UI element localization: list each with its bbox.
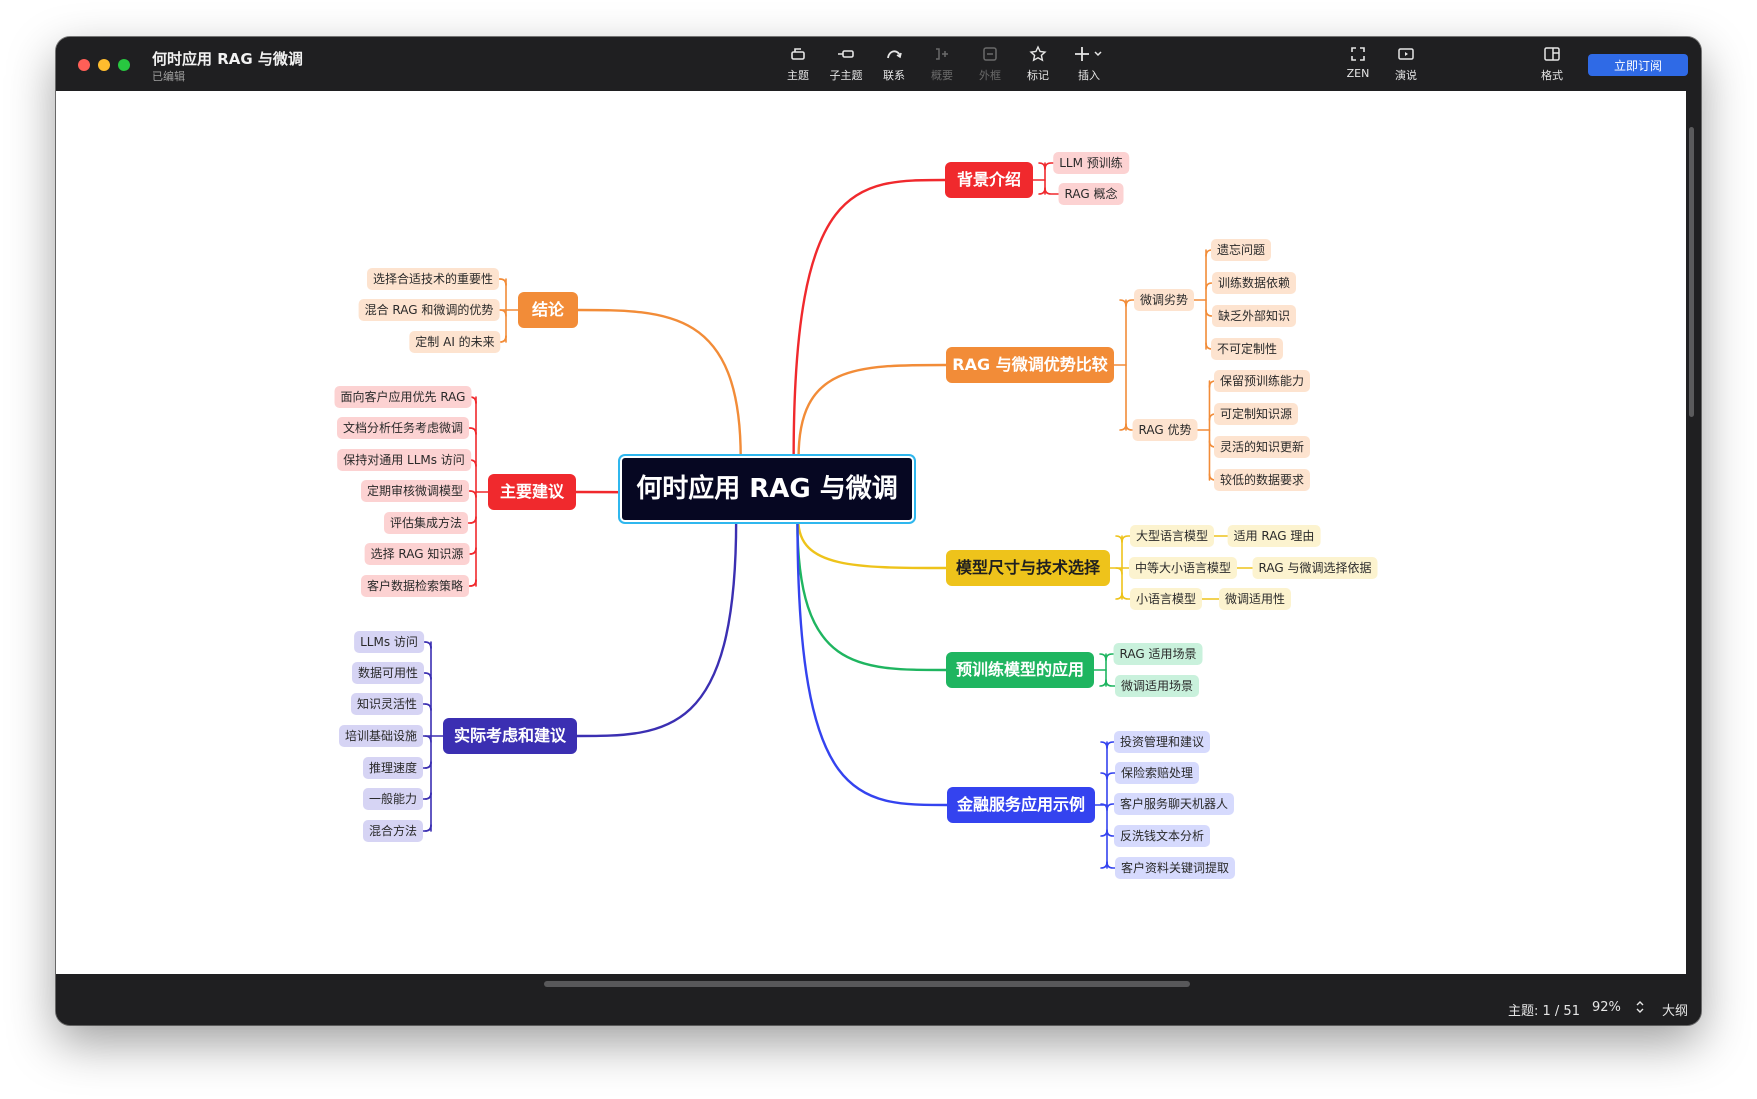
plus-icon: [1075, 47, 1102, 61]
subtopic[interactable]: 评估集成方法: [383, 512, 469, 534]
marker-button[interactable]: 标记: [1014, 45, 1062, 87]
subtopic[interactable]: RAG 适用场景: [1113, 643, 1203, 665]
topic-count: 主题: 1 / 51: [1508, 1004, 1580, 1019]
subtopic[interactable]: 遗忘问题: [1210, 239, 1272, 261]
relationship-label: 联系: [883, 69, 905, 82]
topic-label: 主题: [787, 69, 809, 82]
format-button[interactable]: 格式: [1528, 45, 1576, 87]
subtopic[interactable]: 保持对通用 LLMs 访问: [337, 449, 471, 471]
zoom-level[interactable]: 92%: [1592, 1000, 1621, 1015]
subtopic[interactable]: 不可定制性: [1210, 338, 1284, 360]
subtopic[interactable]: 混合 RAG 和微调的优势: [358, 299, 500, 321]
main-topic[interactable]: 金融服务应用示例: [947, 787, 1095, 823]
outline-button[interactable]: 大纲: [1662, 1000, 1688, 1019]
main-topic[interactable]: 模型尺寸与技术选择: [946, 550, 1110, 586]
boundary-icon: [983, 47, 997, 61]
zoom-stepper-icon[interactable]: [1635, 999, 1645, 1015]
app-window: 何时应用 RAG 与微调 已编辑 主题 子主题 联系 概要 外框 标记 插入 Z…: [56, 37, 1701, 1025]
present-button[interactable]: 演说: [1382, 45, 1430, 87]
subtopic[interactable]: 客户服务聊天机器人: [1113, 793, 1235, 815]
fullscreen-icon: [1351, 47, 1365, 61]
main-topic[interactable]: 主要建议: [488, 474, 576, 510]
subtopic-label: 子主题: [829, 69, 863, 82]
subtopic[interactable]: 训练数据依赖: [1211, 272, 1297, 294]
subtopic[interactable]: 面向客户应用优先 RAG: [334, 386, 472, 408]
subtopic[interactable]: 缺乏外部知识: [1211, 305, 1297, 327]
subtopic[interactable]: 反洗钱文本分析: [1113, 825, 1211, 847]
format-panel-icon: [1544, 47, 1560, 61]
subtopic[interactable]: 混合方法: [362, 820, 424, 842]
subtopic[interactable]: 推理速度: [362, 757, 424, 779]
subtopic[interactable]: 保险索赔处理: [1114, 762, 1200, 784]
subtopic[interactable]: 文档分析任务考虑微调: [336, 417, 470, 439]
subtopic[interactable]: 小语言模型: [1129, 588, 1203, 610]
zen-button[interactable]: ZEN: [1334, 45, 1382, 87]
main-topic[interactable]: 结论: [518, 292, 578, 328]
subtopic[interactable]: 微调适用性: [1218, 588, 1292, 610]
title-bar: 何时应用 RAG 与微调 已编辑 主题 子主题 联系 概要 外框 标记 插入 Z…: [56, 37, 1701, 91]
relationship-icon: [887, 50, 902, 59]
subtopic[interactable]: 中等大小语言模型: [1128, 557, 1238, 579]
document-title[interactable]: 何时应用 RAG 与微调: [152, 48, 303, 69]
subscribe-button[interactable]: 立即订阅: [1588, 54, 1688, 76]
subtopic-button[interactable]: 子主题: [822, 45, 870, 87]
status-bar: 主题: 1 / 51 92% 大纲: [56, 990, 1701, 1025]
topic-button[interactable]: 主题: [774, 45, 822, 87]
zen-label: ZEN: [1346, 67, 1370, 80]
subtopic-icon: [838, 50, 854, 58]
subtopic[interactable]: 选择 RAG 知识源: [364, 543, 470, 565]
zoom-window-button[interactable]: [118, 59, 130, 71]
subtopic[interactable]: 知识灵活性: [350, 693, 424, 715]
subtopic[interactable]: 数据可用性: [351, 662, 425, 684]
subtopic[interactable]: RAG 与微调选择依据: [1252, 557, 1378, 579]
subtopic[interactable]: 微调劣势: [1133, 289, 1195, 311]
topic-icon: [791, 48, 805, 60]
subtopic[interactable]: 适用 RAG 理由: [1227, 525, 1321, 547]
connector-lines: [422, 162, 1254, 869]
minimize-window-button[interactable]: [98, 59, 110, 71]
subtopic[interactable]: RAG 概念: [1058, 183, 1124, 205]
subtopic[interactable]: 一般能力: [362, 788, 424, 810]
subtopic[interactable]: 客户数据检索策略: [360, 575, 470, 597]
root-topic[interactable]: 何时应用 RAG 与微调: [622, 458, 912, 520]
subtopic[interactable]: 灵活的知识更新: [1213, 436, 1311, 458]
summary-label: 概要: [931, 69, 953, 82]
subtopic[interactable]: LLM 预训练: [1053, 152, 1129, 174]
summary-button[interactable]: 概要: [918, 45, 966, 87]
horizontal-scrollbar[interactable]: [544, 981, 1190, 987]
format-label: 格式: [1541, 69, 1563, 82]
main-topic[interactable]: 预训练模型的应用: [946, 652, 1094, 688]
subtopic[interactable]: 定期审核微调模型: [360, 480, 470, 502]
vertical-scrollbar[interactable]: [1689, 127, 1694, 417]
subtopic[interactable]: 客户资料关键词提取: [1114, 857, 1236, 879]
subtopic[interactable]: RAG 优势: [1132, 419, 1198, 441]
subtopic[interactable]: 定制 AI 的未来: [409, 331, 501, 353]
subtopic[interactable]: 微调适用场景: [1114, 675, 1200, 697]
presentation-icon: [1398, 48, 1414, 60]
document-status: 已编辑: [152, 70, 185, 83]
subtopic[interactable]: LLMs 访问: [354, 631, 424, 653]
summary-icon: [936, 48, 948, 60]
boundary-label: 外框: [979, 69, 1001, 82]
subtopic[interactable]: 保留预训练能力: [1213, 370, 1311, 392]
marker-label: 标记: [1027, 69, 1049, 82]
main-topic[interactable]: RAG 与微调优势比较: [946, 347, 1114, 383]
subtopic[interactable]: 选择合适技术的重要性: [366, 268, 500, 290]
subtopic[interactable]: 投资管理和建议: [1113, 731, 1211, 753]
boundary-button[interactable]: 外框: [966, 45, 1014, 87]
close-window-button[interactable]: [78, 59, 90, 71]
mindmap-canvas[interactable]: 何时应用 RAG 与微调 背景介绍 LLM 预训练 RAG 概念 RAG 与微调优势比较…: [56, 91, 1686, 974]
star-icon: [1029, 45, 1047, 62]
subtopic[interactable]: 大型语言模型: [1129, 525, 1215, 547]
subtopic[interactable]: 培训基础设施: [338, 725, 424, 747]
insert-label: 插入: [1078, 69, 1100, 82]
present-label: 演说: [1395, 69, 1417, 82]
relationship-button[interactable]: 联系: [870, 45, 918, 87]
subtopic[interactable]: 可定制知识源: [1213, 403, 1299, 425]
insert-button[interactable]: 插入: [1065, 45, 1113, 87]
main-topic[interactable]: 背景介绍: [945, 162, 1033, 198]
main-topic[interactable]: 实际考虑和建议: [443, 718, 577, 754]
subtopic[interactable]: 较低的数据要求: [1213, 469, 1311, 491]
